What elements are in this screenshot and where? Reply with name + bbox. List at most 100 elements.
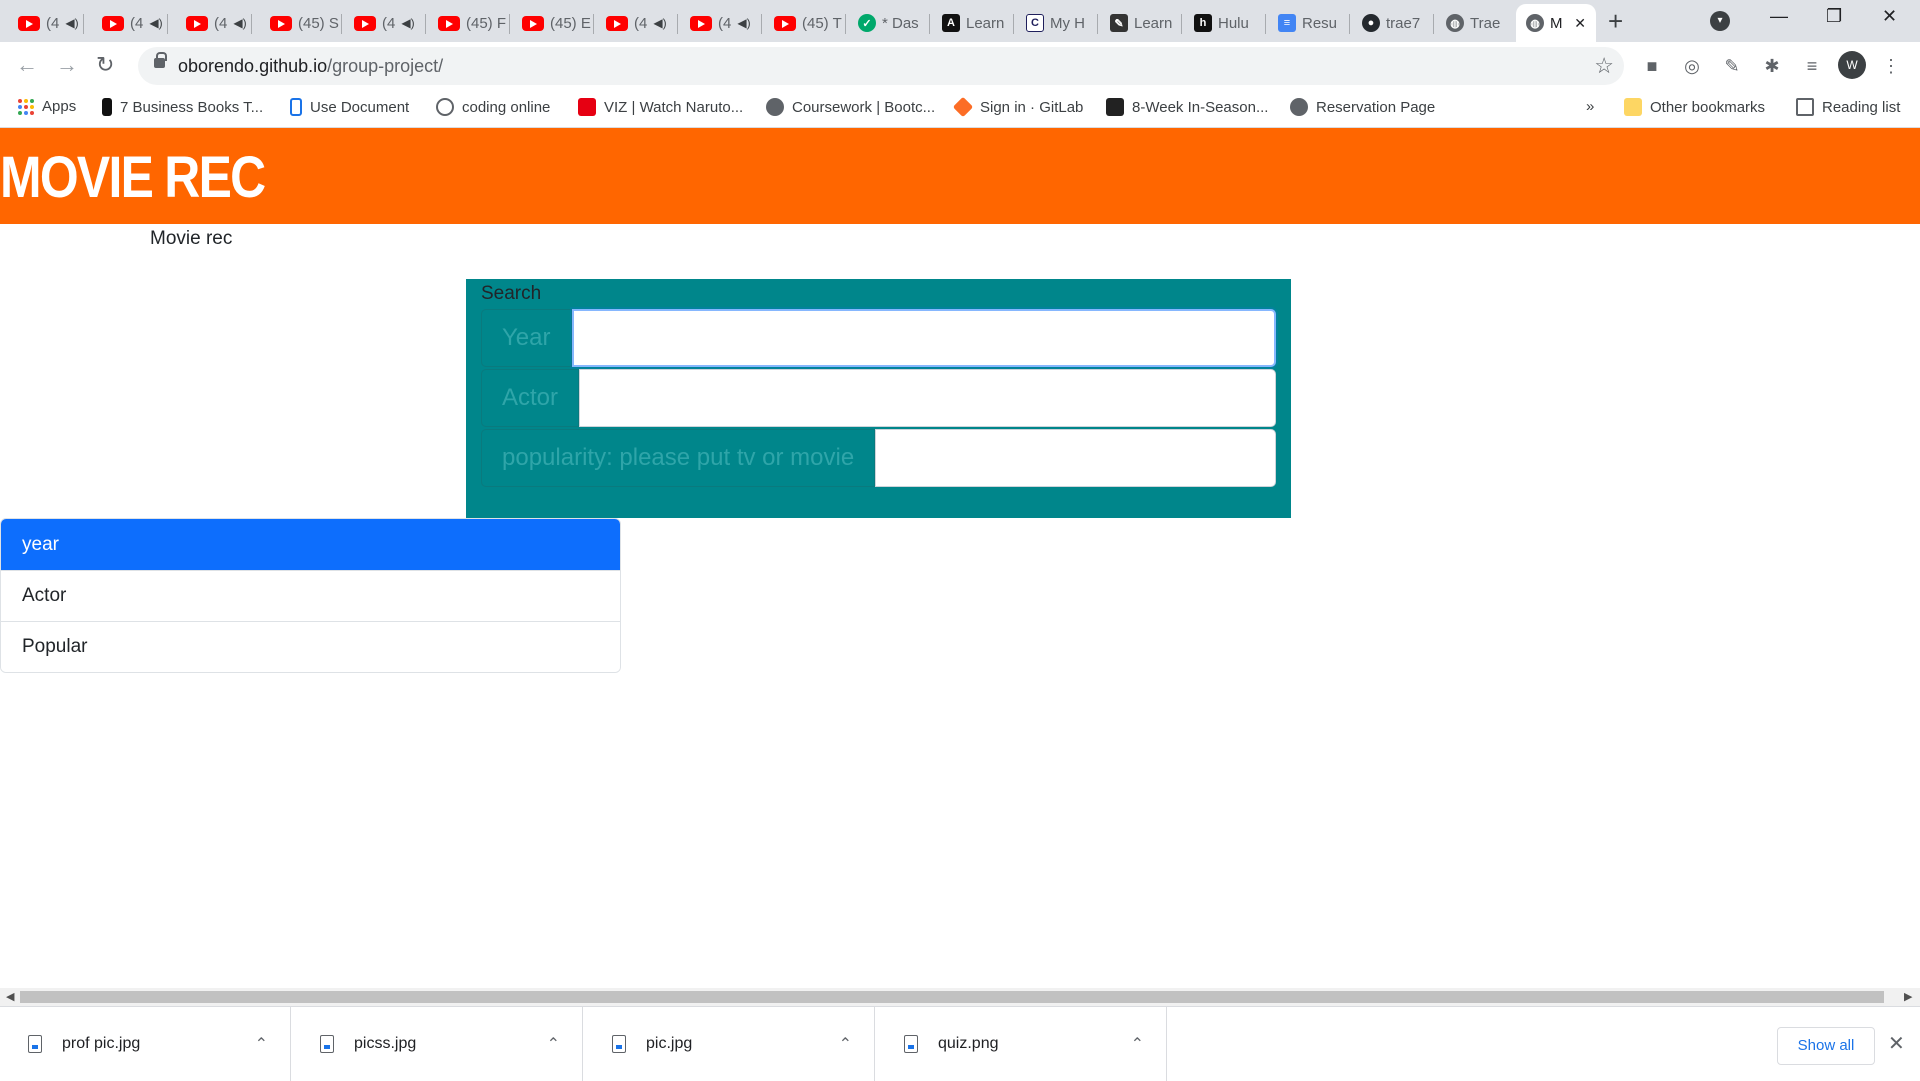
tab[interactable]: ● trae7: [1352, 4, 1434, 42]
list-item-actor[interactable]: Actor: [1, 570, 620, 621]
tab-active[interactable]: ◍ M ✕: [1516, 4, 1596, 42]
reading-list[interactable]: Reading list: [1796, 98, 1900, 116]
bookmark-item[interactable]: 8-Week In-Season...: [1106, 98, 1268, 116]
avatar[interactable]: W: [1838, 51, 1866, 79]
tab-title: trae7: [1386, 14, 1421, 32]
speaker-icon[interactable]: ◀): [233, 16, 246, 30]
youtube-icon: [438, 15, 460, 31]
bookmark-item[interactable]: Use Document: [290, 98, 409, 116]
extension-icon[interactable]: ◎: [1681, 55, 1703, 77]
other-bookmarks[interactable]: Other bookmarks: [1624, 98, 1765, 116]
scroll-right-arrow[interactable]: ▶: [1904, 990, 1912, 1003]
speaker-icon[interactable]: ◀): [737, 16, 750, 30]
chevron-up-icon[interactable]: ⌃: [255, 1034, 268, 1054]
coding-icon: [436, 98, 454, 116]
tab[interactable]: (4 ◀): [344, 4, 426, 42]
tab[interactable]: ≡ Resu: [1268, 4, 1350, 42]
bookmark-item[interactable]: 7 Business Books T...: [102, 98, 263, 116]
tab[interactable]: A Learn: [932, 4, 1014, 42]
lock-icon[interactable]: [154, 52, 167, 68]
bookmark-star-icon[interactable]: ☆: [1594, 53, 1614, 79]
tab[interactable]: h Hulu: [1184, 4, 1266, 42]
scrollbar-thumb[interactable]: [20, 991, 1884, 1003]
year-input-group: Year: [481, 309, 1276, 367]
horizontal-scrollbar[interactable]: ◀ ▶: [0, 988, 1920, 1006]
year-input[interactable]: [571, 309, 1276, 367]
book-icon: [102, 98, 112, 116]
youtube-icon: [18, 15, 40, 31]
tab-title: (4: [214, 14, 228, 32]
year-addon: Year: [481, 309, 572, 367]
forward-button[interactable]: →: [56, 52, 78, 78]
reload-button[interactable]: ↻: [96, 52, 114, 78]
bookmark-item[interactable]: Coursework | Bootc...: [766, 98, 935, 116]
extension-icon[interactable]: ■: [1641, 55, 1663, 77]
address-bar[interactable]: oborendo.github.io/group-project/ ☆: [138, 47, 1624, 85]
search-label: Search: [481, 283, 542, 304]
show-all-button[interactable]: Show all: [1777, 1027, 1875, 1065]
bookmarks-overflow-button[interactable]: »: [1586, 98, 1594, 115]
chevron-up-icon[interactable]: ⌃: [547, 1034, 560, 1054]
tab[interactable]: (45) E: [512, 4, 594, 42]
tab[interactable]: (4 ◀): [680, 4, 762, 42]
close-tab-icon[interactable]: ✕: [1574, 15, 1586, 32]
close-icon[interactable]: ✕: [1888, 1031, 1905, 1056]
back-button[interactable]: ←: [16, 52, 38, 78]
actor-input[interactable]: [579, 369, 1276, 427]
download-item[interactable]: pic.jpg ⌃: [584, 1007, 875, 1081]
tab[interactable]: ✎ Learn: [1100, 4, 1182, 42]
url-text[interactable]: oborendo.github.io/group-project/: [178, 56, 443, 77]
bookmark-item[interactable]: coding online: [436, 98, 550, 116]
minimize-button[interactable]: —: [1770, 6, 1788, 27]
tab[interactable]: C My H: [1016, 4, 1098, 42]
bookmark-item[interactable]: Sign in · GitLab: [952, 96, 1083, 118]
tab[interactable]: (4 ◀): [596, 4, 678, 42]
tab-search-button[interactable]: ▾: [1710, 11, 1730, 31]
speaker-icon[interactable]: ◀): [149, 16, 162, 30]
chevron-up-icon[interactable]: ⌃: [1131, 1034, 1144, 1054]
learn-icon: A: [942, 14, 960, 32]
download-item[interactable]: quiz.png ⌃: [876, 1007, 1167, 1081]
tab[interactable]: (45) S: [260, 4, 342, 42]
speaker-icon[interactable]: ◀): [65, 16, 78, 30]
extension-icon[interactable]: ✎: [1721, 55, 1743, 77]
tab[interactable]: (4 ◀): [92, 4, 168, 42]
apps-icon: [18, 98, 34, 115]
media-control-icon[interactable]: ≡: [1801, 55, 1823, 77]
actor-addon: Actor: [481, 369, 580, 427]
bookmark-apps[interactable]: Apps: [18, 98, 76, 115]
restore-button[interactable]: ❐: [1826, 6, 1842, 27]
tab[interactable]: ✓ * Das: [848, 4, 930, 42]
docs-icon: ≡: [1278, 14, 1296, 32]
menu-icon[interactable]: ⋮: [1880, 55, 1902, 77]
youtube-icon: [606, 15, 628, 31]
tab[interactable]: (4 ◀): [176, 4, 252, 42]
tab[interactable]: (4 ◀): [8, 4, 84, 42]
search-type-list: year Actor Popular: [0, 518, 621, 673]
puzzle-icon[interactable]: ✱: [1761, 55, 1783, 77]
github-icon: ●: [1362, 14, 1380, 32]
bookmark-item[interactable]: Reservation Page: [1290, 98, 1435, 116]
tab-title: Learn: [966, 14, 1005, 32]
tab-title: (45) S: [298, 14, 339, 32]
tab[interactable]: (45) T: [764, 4, 846, 42]
download-item[interactable]: picss.jpg ⌃: [292, 1007, 583, 1081]
tab[interactable]: (45) F: [428, 4, 510, 42]
tab[interactable]: ◍ Trae: [1436, 4, 1518, 42]
list-item-year[interactable]: year: [1, 519, 620, 570]
download-item[interactable]: prof pic.jpg ⌃: [0, 1007, 291, 1081]
site-logo[interactable]: MOVIE REC: [0, 144, 266, 211]
popularity-input[interactable]: [875, 429, 1276, 487]
bookmark-label: 7 Business Books T...: [120, 98, 264, 116]
speaker-icon[interactable]: ◀): [401, 16, 414, 30]
youtube-icon: [690, 15, 712, 31]
chevron-up-icon[interactable]: ⌃: [839, 1034, 852, 1054]
bookmark-item[interactable]: VIZ | Watch Naruto...: [578, 98, 743, 116]
youtube-icon: [102, 15, 124, 31]
speaker-icon[interactable]: ◀): [653, 16, 666, 30]
list-item-popular[interactable]: Popular: [1, 621, 620, 672]
new-tab-button[interactable]: +: [1608, 6, 1623, 37]
scroll-left-arrow[interactable]: ◀: [6, 990, 14, 1003]
youtube-icon: [270, 15, 292, 31]
close-window-button[interactable]: ✕: [1882, 6, 1897, 27]
